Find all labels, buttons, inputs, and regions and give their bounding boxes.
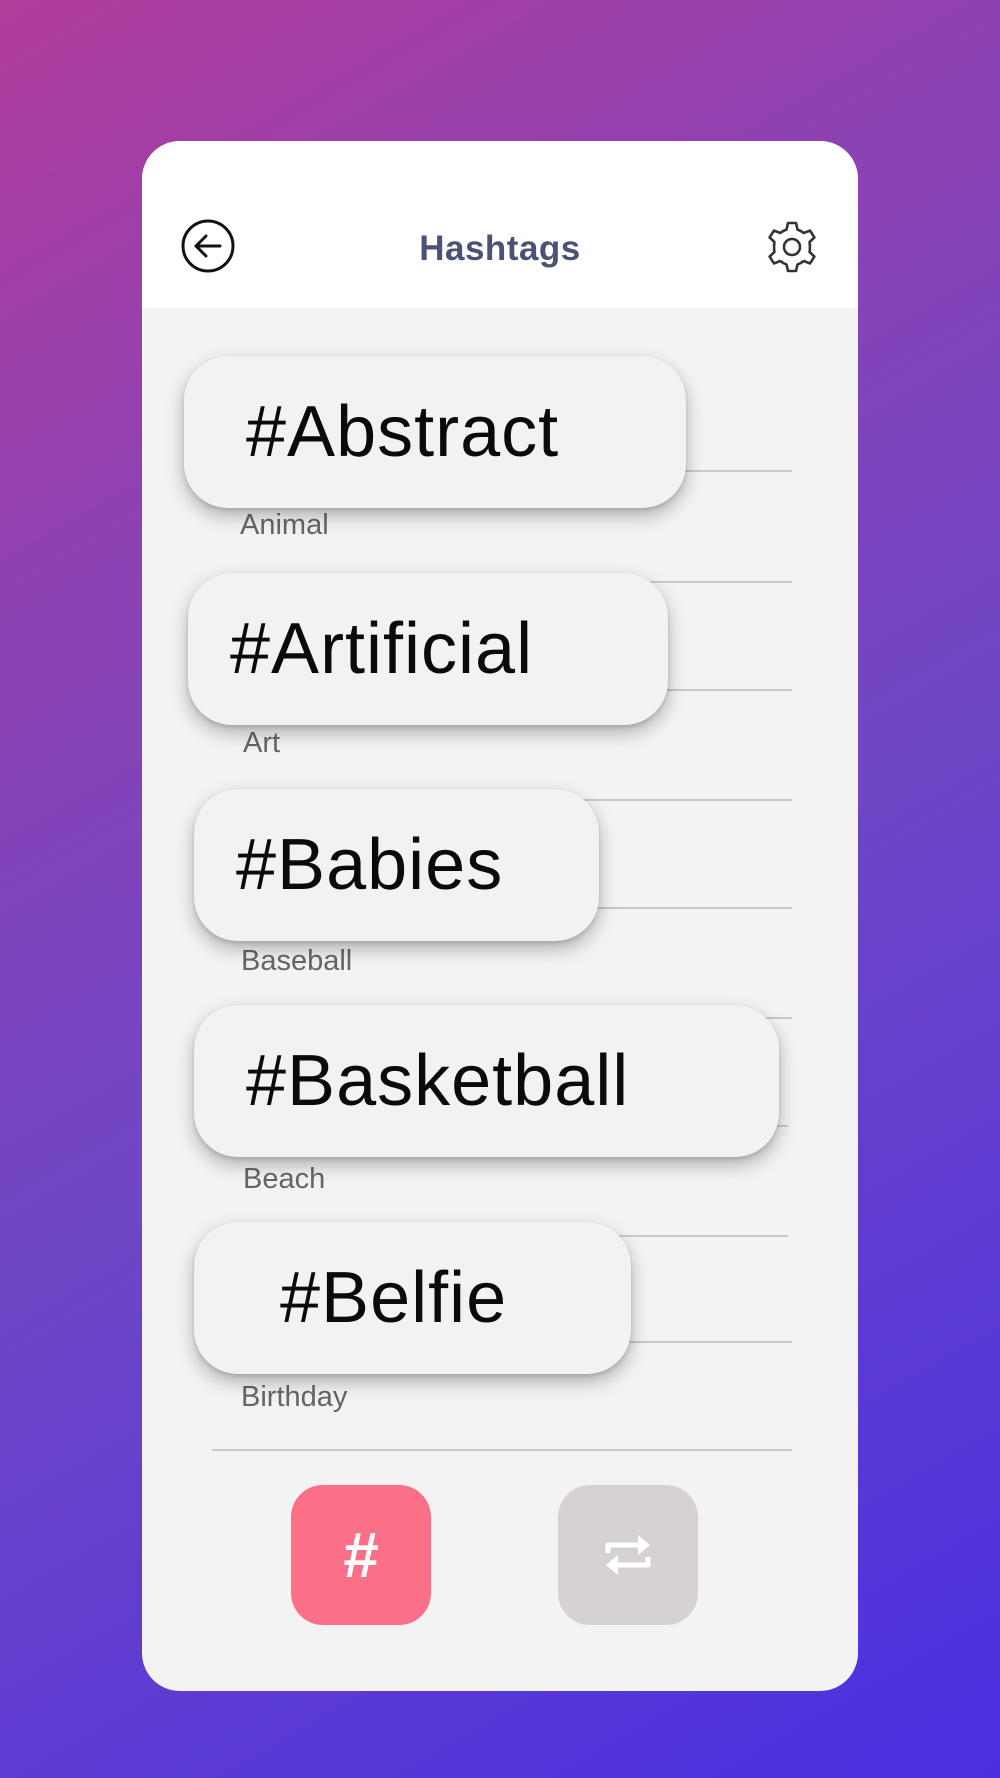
list-divider	[662, 689, 792, 691]
gear-icon[interactable]	[764, 219, 820, 275]
swap-button[interactable]	[558, 1485, 698, 1625]
hashtag-icon: #	[343, 1519, 379, 1591]
phone-card: Hashtags Animal Art Baseball Beach Birth…	[142, 141, 858, 1691]
hashtag-chip[interactable]: #Abstract	[184, 356, 686, 508]
list-divider	[592, 907, 792, 909]
hashtag-chip[interactable]: #Artificial	[188, 573, 668, 725]
hashtag-chip-label: #Basketball	[246, 1041, 630, 1121]
hashtag-chip-label: #Abstract	[246, 392, 560, 472]
header-bar: Hashtags	[142, 141, 858, 308]
list-item-label[interactable]: Baseball	[241, 945, 352, 978]
list-item-label[interactable]: Beach	[243, 1163, 325, 1196]
list-divider	[212, 1449, 792, 1451]
list-item-label[interactable]: Birthday	[241, 1381, 347, 1414]
hashtag-chip-label: #Belfie	[280, 1258, 508, 1338]
hashtag-chip[interactable]: #Belfie	[194, 1222, 631, 1374]
list-item-label[interactable]: Art	[243, 727, 280, 760]
hashtag-chip-label: #Babies	[236, 825, 504, 905]
hashtag-chip[interactable]: #Basketball	[194, 1005, 779, 1157]
list-divider	[622, 1341, 792, 1343]
repeat-swap-icon	[605, 1535, 651, 1575]
hashtag-chip-label: #Artificial	[230, 609, 534, 689]
list-divider	[672, 470, 792, 472]
hashtag-button[interactable]: #	[291, 1485, 431, 1625]
page-title: Hashtags	[419, 229, 581, 268]
list-item-label[interactable]: Animal	[240, 509, 329, 542]
hashtag-chip[interactable]: #Babies	[194, 789, 599, 941]
